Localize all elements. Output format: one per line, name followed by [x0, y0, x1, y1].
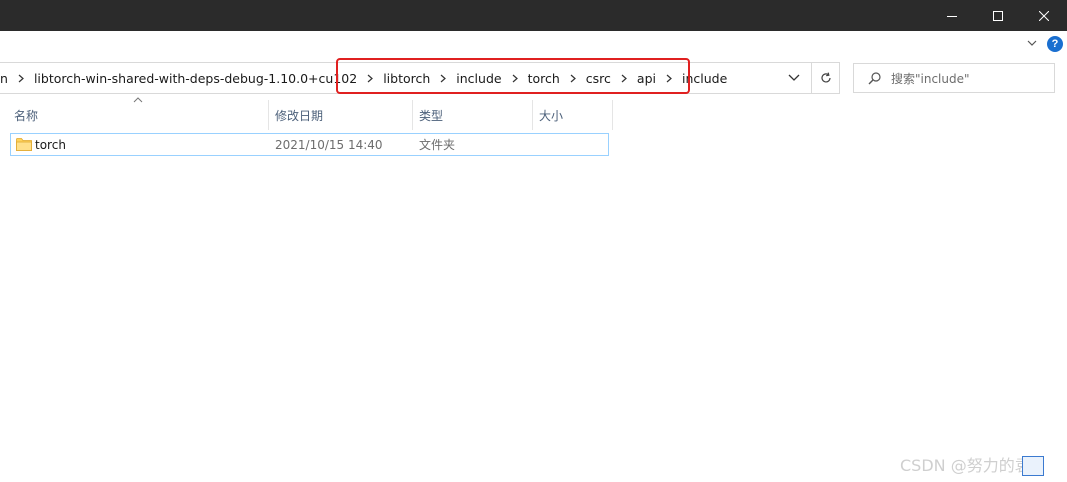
file-modified: 2021/10/15 14:40 [275, 137, 383, 152]
chevron-right-icon[interactable] [13, 74, 29, 83]
search-box[interactable]: 搜索"include" [853, 63, 1055, 93]
chevron-right-icon[interactable] [616, 74, 632, 83]
chevron-right-icon[interactable] [362, 74, 378, 83]
breadcrumb-item[interactable]: api [632, 71, 661, 86]
close-icon [1039, 10, 1049, 21]
close-button[interactable] [1021, 0, 1067, 31]
help-button[interactable]: ? [1047, 36, 1063, 52]
address-dropdown-icon[interactable] [788, 72, 800, 82]
column-size[interactable]: 大小 [533, 100, 612, 130]
chevron-right-icon[interactable] [661, 74, 677, 83]
address-bar[interactable]: n libtorch-win-shared-with-deps-debug-1.… [0, 62, 812, 94]
minimize-icon [947, 15, 957, 17]
refresh-icon [820, 72, 831, 83]
table-row[interactable]: torch 2021/10/15 14:40 文件夹 [10, 133, 609, 156]
chevron-right-icon[interactable] [435, 74, 451, 83]
column-divider[interactable] [612, 100, 613, 130]
file-name[interactable]: torch [35, 134, 66, 155]
breadcrumb-item[interactable]: libtorch-win-shared-with-deps-debug-1.10… [29, 71, 362, 86]
breadcrumb-item[interactable]: n [0, 71, 13, 86]
breadcrumb-item[interactable]: include [451, 71, 506, 86]
column-modified-label: 修改日期 [275, 108, 324, 123]
breadcrumb-item[interactable]: torch [523, 71, 565, 86]
help-label: ? [1051, 38, 1059, 50]
refresh-button[interactable] [812, 62, 840, 94]
chevron-right-icon[interactable] [507, 74, 523, 83]
ribbon [0, 31, 1067, 58]
column-type[interactable]: 类型 [413, 100, 532, 130]
chevron-down-icon[interactable] [1027, 39, 1037, 47]
maximize-icon [993, 10, 1003, 21]
breadcrumb-item[interactable]: include [677, 71, 732, 86]
chevron-right-icon[interactable] [565, 74, 581, 83]
view-toggle-icon[interactable] [1022, 456, 1044, 476]
search-input[interactable]: 搜索"include" [891, 70, 970, 87]
column-size-label: 大小 [539, 108, 564, 123]
title-bar [0, 0, 1067, 31]
column-type-label: 类型 [419, 108, 444, 123]
maximize-button[interactable] [975, 0, 1021, 31]
column-name-label: 名称 [14, 108, 39, 123]
file-type: 文件夹 [419, 138, 456, 152]
search-icon [868, 71, 881, 85]
column-modified[interactable]: 修改日期 [269, 100, 412, 130]
column-name[interactable]: 名称 [8, 100, 268, 130]
breadcrumb-item[interactable]: csrc [581, 71, 616, 86]
breadcrumb-item[interactable]: libtorch [378, 71, 435, 86]
minimize-button[interactable] [929, 0, 975, 31]
watermark: CSDN @努力的袁 [900, 456, 1031, 475]
breadcrumb: n libtorch-win-shared-with-deps-debug-1.… [0, 63, 732, 93]
folder-icon [16, 138, 32, 151]
